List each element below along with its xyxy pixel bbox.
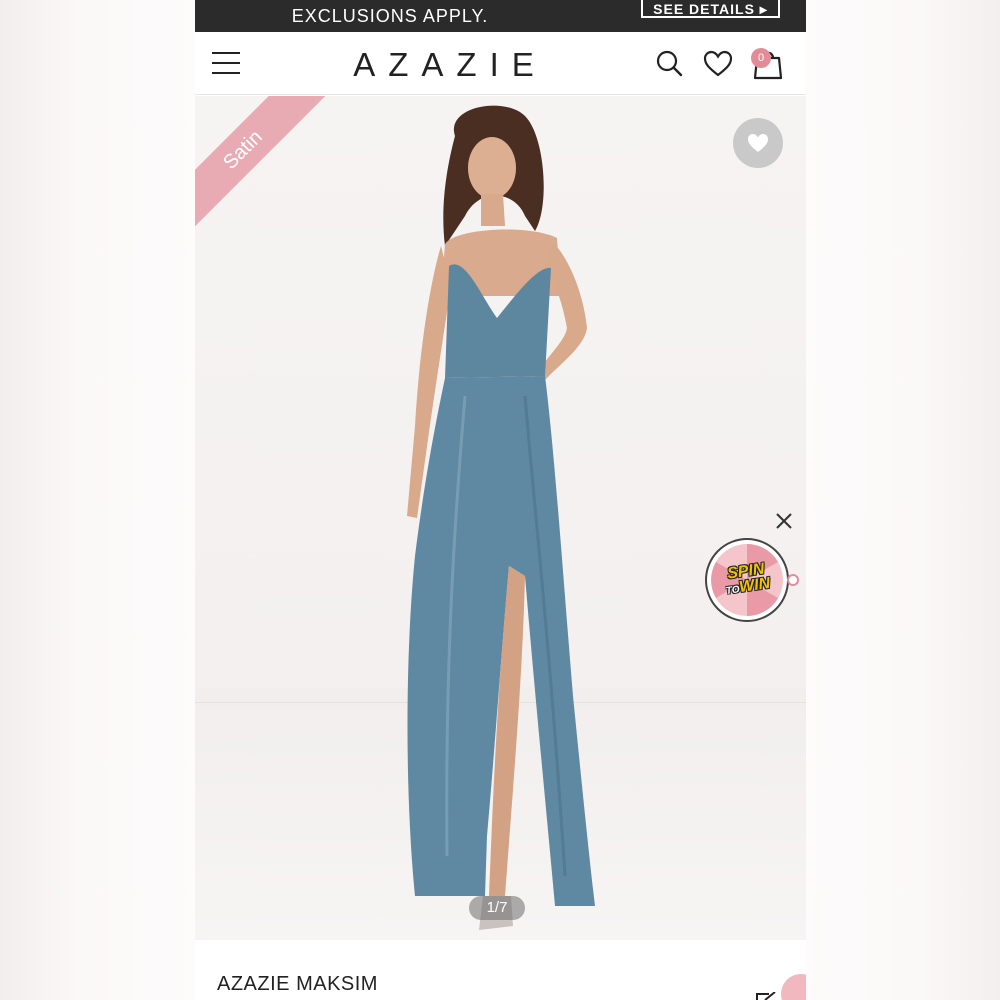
ribbon-label: Satin — [195, 96, 335, 236]
site-header: AZAZIE 0 — [195, 32, 806, 95]
chat-button[interactable] — [781, 974, 806, 1000]
close-spin-widget-icon[interactable] — [773, 510, 795, 532]
product-info: AZAZIE MAKSIM — [195, 940, 806, 1000]
brand-logo[interactable]: AZAZIE — [345, 46, 555, 84]
spin-to-win-widget[interactable]: SPIN TOWIN — [705, 538, 789, 622]
heart-icon — [748, 134, 768, 152]
model-in-dress-photo — [407, 105, 595, 930]
search-icon[interactable] — [655, 49, 683, 77]
product-image-carousel[interactable]: Satin SPIN TOWIN 1/7 — [195, 96, 806, 940]
promo-banner: EXCLUSIONS APPLY. SEE DETAILS ▸ — [195, 0, 806, 32]
win-word: WIN — [738, 574, 772, 597]
phone-screen: EXCLUSIONS APPLY. SEE DETAILS ▸ AZAZIE 0… — [195, 0, 806, 1000]
cart-count-badge: 0 — [751, 48, 771, 68]
wishlist-heart-icon[interactable] — [703, 50, 733, 78]
image-counter: 1/7 — [469, 896, 525, 920]
see-details-button[interactable]: SEE DETAILS ▸ — [641, 0, 780, 18]
satin-ribbon: Satin — [195, 96, 335, 236]
promo-text: EXCLUSIONS APPLY. — [291, 6, 489, 26]
favorite-button[interactable] — [733, 118, 783, 168]
product-title: AZAZIE MAKSIM — [217, 973, 378, 995]
wheel-pointer — [787, 574, 799, 586]
menu-icon[interactable] — [212, 52, 242, 76]
share-icon[interactable] — [755, 992, 777, 1000]
